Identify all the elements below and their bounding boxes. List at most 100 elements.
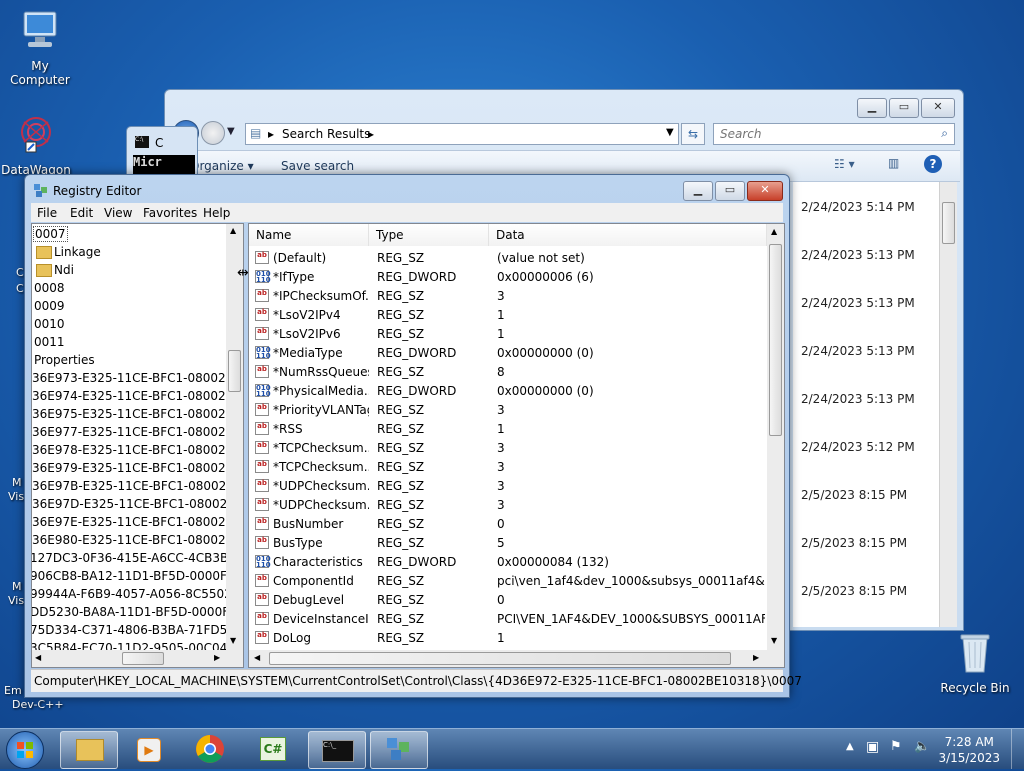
registry-editor-window[interactable]: Registry Editor ▁ ▭ ✕ File Edit View Fav… (24, 174, 802, 698)
menu-help[interactable]: Help (203, 206, 230, 220)
registry-values-list[interactable]: Name Type Data ab (Default) REG_SZ (value n… (248, 223, 785, 668)
tree-item[interactable]: 127DC3-0F36-415E-A6CC-4CB3BE910 (32, 551, 243, 565)
tree-item[interactable]: Ndi (54, 263, 74, 277)
tree-item[interactable]: 906CB8-BA12-11D1-BF5D-0000F805F (32, 569, 243, 583)
scrollbar-thumb[interactable] (769, 244, 782, 436)
start-button[interactable] (6, 731, 44, 769)
close-button[interactable]: ✕ (747, 181, 783, 201)
menu-edit[interactable]: Edit (70, 206, 93, 220)
tree-item[interactable]: Properties (34, 353, 95, 367)
value-row[interactable]: ab ComponentId REG_SZ pci\ven_1af4&dev_1000… (249, 572, 769, 591)
tree-item[interactable]: 36E980-E325-11CE-BFC1-08002BE103 (32, 533, 243, 547)
value-row[interactable]: ab *RSS REG_SZ 1 (249, 420, 769, 439)
value-row[interactable]: ab BusType REG_SZ 5 (249, 534, 769, 553)
tree-horizontal-scrollbar[interactable]: ◀ ▶ (32, 650, 243, 667)
column-header-data[interactable]: Data (489, 224, 767, 246)
system-clock[interactable]: 7:28 AM 3/15/2023 (938, 734, 1000, 766)
tree-item[interactable]: 0011 (34, 335, 65, 349)
preview-pane-icon[interactable]: ▥ (888, 156, 899, 170)
scroll-left-arrow-icon[interactable]: ◀ (35, 653, 41, 662)
values-vertical-scrollbar[interactable]: ▲ ▼ (767, 224, 784, 650)
value-row[interactable]: ab *PriorityVLANTag REG_SZ 3 (249, 401, 769, 420)
tree-item[interactable]: 36E974-E325-11CE-BFC1-08002BE103 (32, 389, 243, 403)
value-row[interactable]: ab *UDPChecksum... REG_SZ 3 (249, 496, 769, 515)
volume-icon[interactable]: 🔈 (914, 739, 930, 754)
value-row[interactable]: ab *NumRssQueues REG_SZ 8 (249, 363, 769, 382)
tree-item[interactable]: 36E977-E325-11CE-BFC1-08002BE103 (32, 425, 243, 439)
scroll-right-arrow-icon[interactable]: ▶ (753, 653, 759, 662)
minimize-button[interactable]: ▁ (683, 181, 713, 201)
scroll-down-arrow-icon[interactable]: ▼ (230, 636, 236, 645)
desktop-icon-recycle-bin[interactable]: Recycle Bin (935, 630, 1015, 695)
value-row[interactable]: ab DoLog REG_SZ 1 (249, 629, 769, 648)
recent-pages-chevron-icon[interactable]: ▼ (227, 126, 235, 137)
search-box[interactable]: ⌕ (713, 123, 955, 145)
value-row[interactable]: ab *IPChecksumOf... REG_SZ 3 (249, 287, 769, 306)
minimize-button[interactable]: ▁ (857, 98, 887, 118)
tree-item[interactable]: 0010 (34, 317, 65, 331)
taskbar-csharp-button[interactable]: C# (244, 731, 300, 767)
show-desktop-button[interactable] (1011, 729, 1024, 769)
scroll-up-arrow-icon[interactable]: ▲ (771, 227, 777, 236)
taskbar-chrome-button[interactable] (182, 731, 238, 767)
value-row[interactable]: ab *UDPChecksum... REG_SZ 3 (249, 477, 769, 496)
tree-item[interactable]: 99944A-F6B9-4057-A056-8C55022854 (32, 587, 243, 601)
scroll-right-arrow-icon[interactable]: ▶ (214, 653, 220, 662)
tree-item[interactable]: 0009 (34, 299, 65, 313)
tree-item[interactable]: 36E97E-E325-11CE-BFC1-08002BE103 (32, 515, 243, 529)
value-row[interactable]: ab DeviceInstanceID REG_SZ PCI\VEN_1AF4&DEV… (249, 610, 769, 629)
value-row[interactable]: 010 110 *PhysicalMedia... REG_DWORD 0x000000… (249, 382, 769, 401)
registry-key-tree[interactable]: 0007 Linkage Ndi 0008 0009 0010 0011 Pro… (31, 223, 244, 668)
maximize-button[interactable]: ▭ (889, 98, 919, 118)
tree-item[interactable]: 36E975-E325-11CE-BFC1-08002BE103 (32, 407, 243, 421)
tree-item[interactable]: Linkage (54, 245, 101, 259)
values-horizontal-scrollbar[interactable]: ◀ ▶ (249, 650, 784, 667)
value-row[interactable]: 010 110 *MediaType REG_DWORD 0x00000000 (0) (249, 344, 769, 363)
tree-item[interactable]: DD5230-BA8A-11D1-BF5D-0000F805F (32, 605, 243, 619)
explorer-vertical-scrollbar[interactable] (939, 182, 957, 627)
value-row[interactable]: ab *LsoV2IPv6 REG_SZ 1 (249, 325, 769, 344)
scrollbar-thumb[interactable] (942, 202, 955, 244)
value-row[interactable]: 010 110 *IfType REG_DWORD 0x00000006 (6) (249, 268, 769, 287)
value-row[interactable]: ab BusNumber REG_SZ 0 (249, 515, 769, 534)
value-row[interactable]: ab *TCPChecksum... REG_SZ 3 (249, 439, 769, 458)
value-row[interactable]: ab (Default) REG_SZ (value not set) (249, 249, 769, 268)
tree-item[interactable]: 36E973-E325-11CE-BFC1-08002BE103 (32, 371, 243, 385)
value-row[interactable]: 010 110 Characteristics REG_DWORD 0x00000084… (249, 553, 769, 572)
scrollbar-thumb[interactable] (122, 652, 164, 665)
address-bar[interactable]: ▤ ▸ Search Results ▸ ▼ (245, 123, 679, 145)
column-header-name[interactable]: Name (249, 224, 369, 246)
scroll-down-arrow-icon[interactable]: ▼ (771, 636, 777, 645)
taskbar-regedit-button[interactable] (370, 731, 428, 769)
scroll-up-arrow-icon[interactable]: ▲ (230, 226, 236, 235)
tree-vertical-scrollbar[interactable]: ▲ ▼ (226, 224, 243, 650)
search-input[interactable] (718, 126, 922, 142)
value-row[interactable]: ab DebugLevel REG_SZ 0 (249, 591, 769, 610)
tree-item[interactable]: 36E97D-E325-11CE-BFC1-08002BE103 (32, 497, 243, 511)
network-icon[interactable]: ▣ (866, 739, 879, 755)
desktop-icon-my-computer[interactable]: My Computer (0, 8, 80, 87)
forward-button[interactable] (201, 121, 225, 145)
show-hidden-icons-icon[interactable]: ▲ (846, 741, 854, 752)
help-icon[interactable]: ? (924, 155, 942, 173)
close-button[interactable]: ✕ (921, 98, 955, 118)
tree-item[interactable]: 36E978-E325-11CE-BFC1-08002BE103 (32, 443, 243, 457)
view-options-icon[interactable]: ☷ ▾ (834, 157, 855, 171)
address-dropdown-icon[interactable]: ▼ (666, 127, 674, 138)
tree-item-selected[interactable]: 0007 (33, 226, 68, 242)
search-results-list[interactable]: 2/24/2023 5:14 PM 2/24/2023 5:13 PM 2/24… (793, 182, 943, 627)
scrollbar-thumb[interactable] (269, 652, 731, 665)
save-search-button[interactable]: Save search (281, 159, 354, 173)
value-row[interactable]: ab *LsoV2IPv4 REG_SZ 1 (249, 306, 769, 325)
column-header-type[interactable]: Type (369, 224, 489, 246)
tree-item[interactable]: 36E979-E325-11CE-BFC1-08002BE103 (32, 461, 243, 475)
taskbar-explorer-button[interactable] (60, 731, 118, 769)
tree-item[interactable]: 75D334-C371-4806-B3BA-71FD53C92 (32, 623, 243, 637)
value-row[interactable]: ab *TCPChecksum... REG_SZ 3 (249, 458, 769, 477)
taskbar-cmd-button[interactable]: C:\_ (308, 731, 366, 769)
maximize-button[interactable]: ▭ (715, 181, 745, 201)
tree-item[interactable]: 36E97B-E325-11CE-BFC1-08002BE103 (32, 479, 243, 493)
scroll-left-arrow-icon[interactable]: ◀ (254, 653, 260, 662)
desktop-icon-datawagon[interactable]: DataWagon (0, 112, 76, 177)
tree-item[interactable]: 0008 (34, 281, 65, 295)
